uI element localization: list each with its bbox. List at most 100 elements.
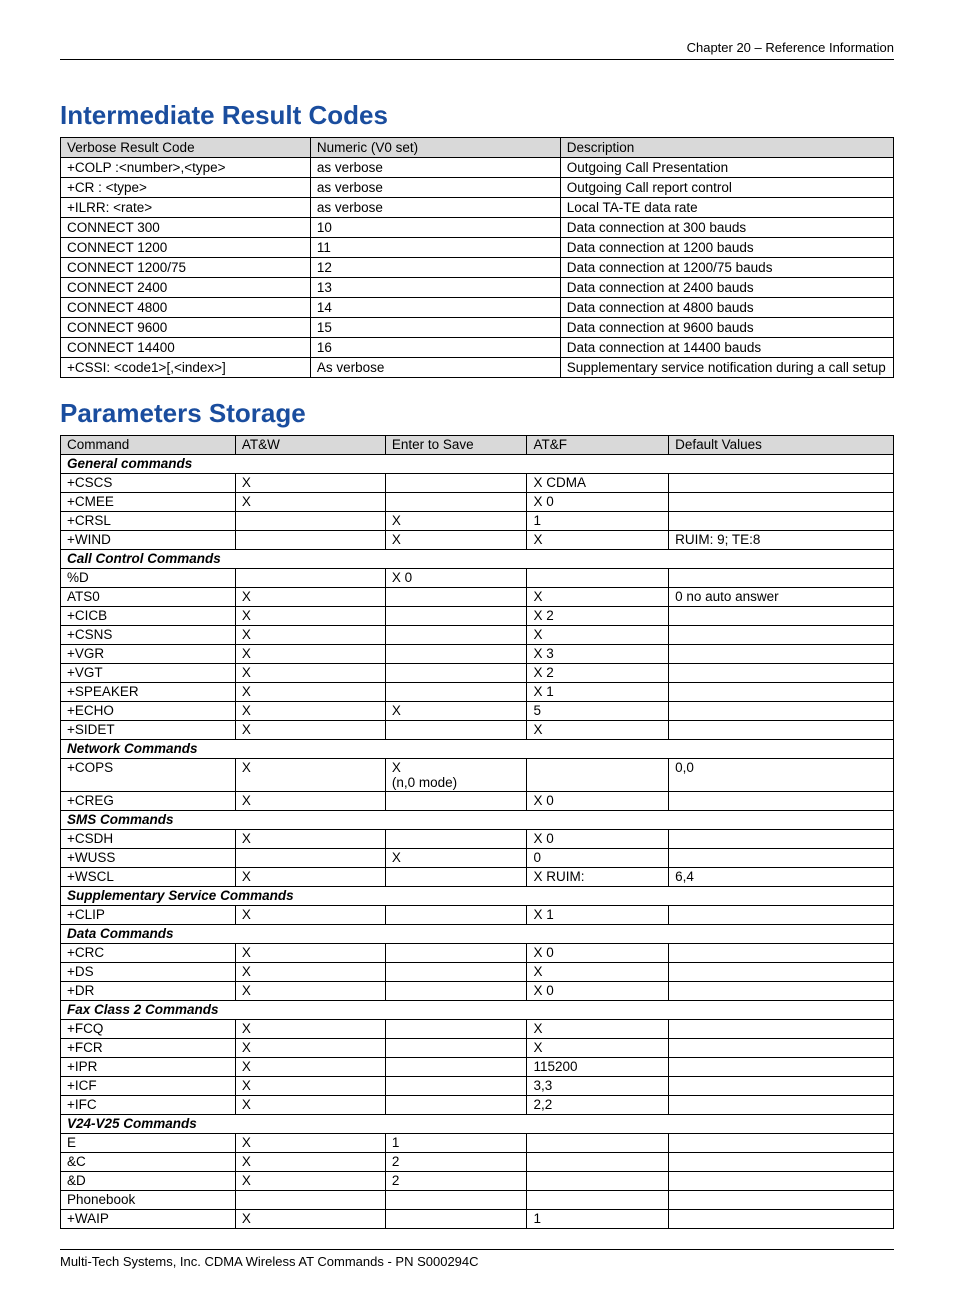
table-cell: 1 (527, 1210, 669, 1229)
table-cell: +FCR (61, 1039, 236, 1058)
table-cell (385, 493, 527, 512)
table-cell: X (385, 849, 527, 868)
table-cell (669, 792, 894, 811)
table-cell: 115200 (527, 1058, 669, 1077)
table-cell: +WSCL (61, 868, 236, 887)
table-cell: X (235, 906, 385, 925)
table-cell (385, 474, 527, 493)
table-cell: X 0 (527, 493, 669, 512)
table-cell: Local TA-TE data rate (560, 198, 893, 218)
table-cell: &C (61, 1153, 236, 1172)
table-cell: X (235, 1096, 385, 1115)
table-cell (385, 1077, 527, 1096)
table-cell (385, 906, 527, 925)
table-cell: +IPR (61, 1058, 236, 1077)
table-cell: +CRC (61, 944, 236, 963)
table-cell: +SIDET (61, 721, 236, 740)
table-cell: X (235, 664, 385, 683)
table-row: +SPEAKERXX 1 (61, 683, 894, 702)
table-cell: +FCQ (61, 1020, 236, 1039)
table-row: +IPRX115200 (61, 1058, 894, 1077)
table-cell: %D (61, 569, 236, 588)
table-cell (669, 512, 894, 531)
table-cell: E (61, 1134, 236, 1153)
table-row: CONNECT 480014Data connection at 4800 ba… (61, 298, 894, 318)
table-cell: &D (61, 1172, 236, 1191)
table-cell (669, 645, 894, 664)
table-row: +CR : <type>as verboseOutgoing Call repo… (61, 178, 894, 198)
table-cell: X 0 (385, 569, 527, 588)
table-cell: Outgoing Call Presentation (560, 158, 893, 178)
table-cell: Supplementary service notification durin… (560, 358, 893, 378)
table-row: CONNECT 120011Data connection at 1200 ba… (61, 238, 894, 258)
table-header: AT&F (527, 436, 669, 455)
table-cell: +VGR (61, 645, 236, 664)
table-row: Phonebook (61, 1191, 894, 1210)
table-cell: As verbose (310, 358, 560, 378)
table-cell: Data connection at 1200 bauds (560, 238, 893, 258)
table-row: General commands (61, 455, 894, 474)
table-cell: Data connection at 14400 bauds (560, 338, 893, 358)
table-cell (669, 626, 894, 645)
table-cell (669, 1039, 894, 1058)
table-cell (669, 963, 894, 982)
table-header: Verbose Result Code (61, 138, 311, 158)
table-cell: 5 (527, 702, 669, 721)
table-cell: Outgoing Call report control (560, 178, 893, 198)
table-cell (669, 1191, 894, 1210)
table-cell: +CSNS (61, 626, 236, 645)
table-cell: ATS0 (61, 588, 236, 607)
table-cell: Phonebook (61, 1191, 236, 1210)
table-cell: X (235, 721, 385, 740)
table-row: +CICBXX 2 (61, 607, 894, 626)
section-label: SMS Commands (61, 811, 894, 830)
table-cell: +CSCS (61, 474, 236, 493)
table-cell (385, 982, 527, 1001)
table-cell (385, 588, 527, 607)
table-cell: X 1 (527, 906, 669, 925)
table-cell (669, 982, 894, 1001)
table-row: Supplementary Service Commands (61, 887, 894, 906)
section-label: Network Commands (61, 740, 894, 759)
table-row: &CX2 (61, 1153, 894, 1172)
table-cell: X (235, 493, 385, 512)
table-cell: CONNECT 300 (61, 218, 311, 238)
table-cell: +ECHO (61, 702, 236, 721)
table-cell: X (527, 588, 669, 607)
section-label: Fax Class 2 Commands (61, 1001, 894, 1020)
table-cell (385, 1058, 527, 1077)
table-cell: X (385, 702, 527, 721)
table-cell (385, 1210, 527, 1229)
table-row: +VGTXX 2 (61, 664, 894, 683)
table-cell: X 3 (527, 645, 669, 664)
table-cell: CONNECT 4800 (61, 298, 311, 318)
table-cell: as verbose (310, 198, 560, 218)
table-row: V24-V25 Commands (61, 1115, 894, 1134)
table-cell: CONNECT 1200 (61, 238, 311, 258)
table-cell: Data connection at 1200/75 bauds (560, 258, 893, 278)
table-cell: +CSDH (61, 830, 236, 849)
page-header: Chapter 20 – Reference Information (60, 40, 894, 60)
table-cell: 3,3 (527, 1077, 669, 1096)
table-cell: X (235, 830, 385, 849)
table-row: Network Commands (61, 740, 894, 759)
table-row: +CREGXX 0 (61, 792, 894, 811)
table-cell: 15 (310, 318, 560, 338)
table-cell (527, 759, 669, 792)
table-row: +CMEEXX 0 (61, 493, 894, 512)
page-footer: Multi-Tech Systems, Inc. CDMA Wireless A… (60, 1249, 894, 1269)
table-cell (669, 906, 894, 925)
table-cell (385, 721, 527, 740)
table-row: +VGRXX 3 (61, 645, 894, 664)
table-cell: 16 (310, 338, 560, 358)
section-label: General commands (61, 455, 894, 474)
table-header: Description (560, 138, 893, 158)
table-cell (385, 868, 527, 887)
table-cell: X CDMA (527, 474, 669, 493)
table-cell: +IFC (61, 1096, 236, 1115)
table-cell (385, 645, 527, 664)
table-cell (669, 1134, 894, 1153)
table-cell (235, 849, 385, 868)
table-row: CONNECT 30010Data connection at 300 baud… (61, 218, 894, 238)
table-cell: 2 (385, 1153, 527, 1172)
